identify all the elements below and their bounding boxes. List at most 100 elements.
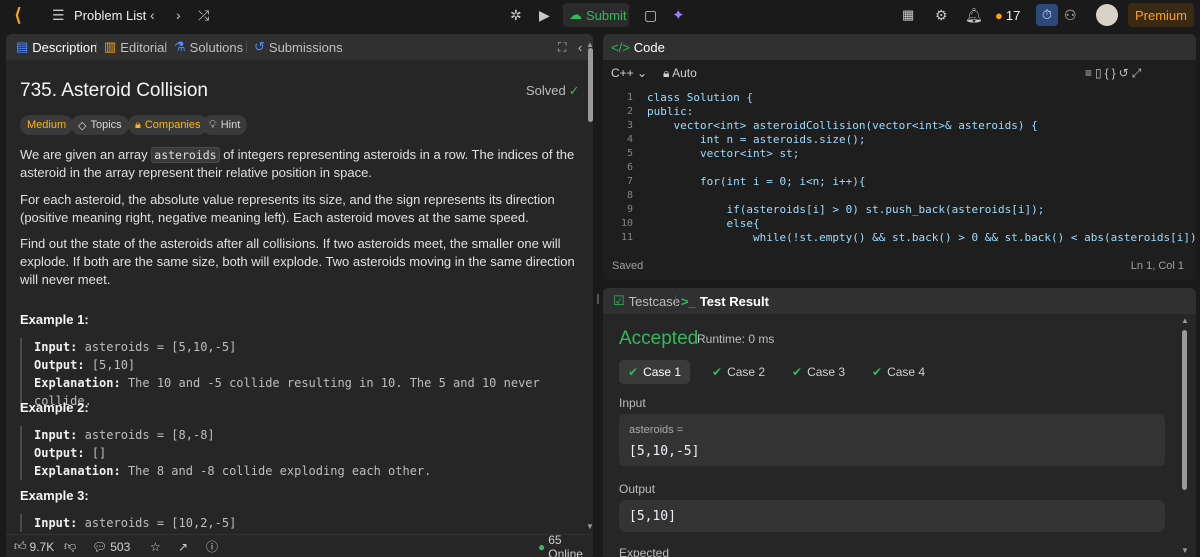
online-dot-icon: ● bbox=[538, 539, 546, 554]
tab-test-result-label: Test Result bbox=[699, 293, 769, 309]
tab-description[interactable]: ▤ Description bbox=[16, 34, 97, 60]
debug-icon[interactable]: ✲ bbox=[510, 0, 522, 30]
reset-icon[interactable]: ↺ bbox=[1119, 66, 1132, 80]
result-tab-bar: ☑ Testcase >_ Test Result bbox=[603, 288, 1196, 314]
list-icon[interactable]: ☰ bbox=[52, 0, 65, 30]
like-button[interactable]: 👍︎ 9.7K bbox=[14, 535, 54, 557]
comments-button[interactable]: 💬︎ 503 bbox=[92, 535, 130, 557]
lock-icon: 🔒︎ bbox=[663, 66, 670, 80]
collapse-icon[interactable]: ‹ bbox=[578, 34, 582, 60]
problem-list-link[interactable]: Problem List bbox=[74, 0, 146, 30]
code-text: else{ bbox=[647, 217, 760, 230]
tab-editorial-label: Editorial bbox=[120, 39, 168, 55]
topics-tag[interactable]: ◇ Topics bbox=[71, 115, 129, 135]
scroll-down-arrow-icon[interactable]: ▼ bbox=[1181, 546, 1189, 555]
example-output: [5,10] bbox=[91, 358, 136, 372]
fullscreen-icon[interactable]: ⤢ bbox=[1132, 66, 1145, 80]
avatar[interactable] bbox=[1096, 4, 1118, 26]
layout-icon[interactable]: ▦ bbox=[902, 0, 914, 30]
format-icon[interactable]: ≡ bbox=[1085, 66, 1095, 80]
dislike-icon[interactable]: 👎︎ bbox=[64, 535, 76, 557]
output-label: Output bbox=[619, 482, 656, 496]
companies-tag[interactable]: 🔒︎ Companies bbox=[128, 115, 208, 135]
example-output-label: Output: bbox=[34, 446, 85, 460]
braces-icon[interactable]: {} bbox=[1105, 66, 1119, 80]
line-number: 5 bbox=[626, 148, 633, 159]
prev-problem-icon[interactable]: ‹ bbox=[150, 0, 155, 30]
add-user-icon[interactable]: ⚇ bbox=[1064, 0, 1077, 30]
hint-tag[interactable]: 💡︎ Hint bbox=[202, 115, 248, 135]
shuffle-icon[interactable]: ⤮ bbox=[198, 0, 209, 30]
line-number: 2 bbox=[626, 106, 633, 117]
check-icon: ✔ bbox=[712, 365, 723, 379]
next-problem-icon[interactable]: › bbox=[176, 0, 181, 30]
case-tab-4[interactable]: ✔ Case 4 bbox=[863, 360, 934, 384]
example-input-label: Input: bbox=[34, 516, 78, 530]
bookmark-icon[interactable]: ▯ bbox=[1095, 66, 1105, 80]
premium-button[interactable]: Premium bbox=[1128, 3, 1194, 27]
code-icon: </> bbox=[611, 39, 630, 55]
tab-submissions[interactable]: ↺ Submissions bbox=[254, 34, 343, 60]
star-icon[interactable]: ☆ bbox=[150, 535, 161, 557]
solved-status: Solved ✓ bbox=[526, 83, 580, 99]
line-number: 7 bbox=[626, 176, 633, 187]
checkbox-icon: ☑ bbox=[613, 293, 625, 308]
notes-icon[interactable]: ▢ bbox=[644, 0, 657, 30]
hint-label: Hint bbox=[220, 119, 241, 131]
output-value: [5,10] bbox=[629, 509, 676, 524]
code-text: class Solution { bbox=[647, 91, 753, 104]
language-select[interactable]: C++ ⌄ bbox=[611, 66, 647, 80]
left-scrollbar[interactable] bbox=[588, 48, 593, 122]
editor-toolbar: C++ ⌄ 🔒︎ Auto ≡▯{}↺⤢ bbox=[603, 60, 1196, 86]
chevron-down-icon: ⌄ bbox=[637, 66, 648, 80]
tab-divider bbox=[246, 41, 247, 53]
test-result-panel: ☑ Testcase >_ Test Result Accepted Runtime… bbox=[603, 288, 1196, 557]
description-paragraph: Find out the state of the asteroids afte… bbox=[20, 236, 575, 287]
line-number: 3 bbox=[626, 120, 633, 131]
settings-gear-icon[interactable]: ⚙ bbox=[935, 0, 948, 30]
code-tab[interactable]: </> Code bbox=[611, 34, 665, 60]
lock-icon: 🔒︎ bbox=[135, 118, 141, 131]
example-input: asteroids = [5,10,-5] bbox=[84, 340, 237, 354]
description-paragraph: We are given an array asteroids of integ… bbox=[20, 146, 576, 182]
top-bar: ⟨ ☰ Problem List ‹ › ⤮ ✲ ▶ ☁ Submit ▢ ✦ ▦… bbox=[0, 0, 1200, 30]
code-editor-panel: </> Code C++ ⌄ 🔒︎ Auto ≡▯{}↺⤢ 1 class Solu… bbox=[603, 34, 1196, 280]
check-icon: ✔ bbox=[628, 365, 639, 379]
input-box: asteroids = [5,10,-5] bbox=[619, 414, 1165, 466]
tab-solutions-label: Solutions bbox=[189, 39, 244, 55]
submit-button[interactable]: ☁ Submit bbox=[563, 3, 629, 27]
lightbulb-icon: 💡︎ bbox=[209, 118, 217, 131]
panel-resize-handle[interactable] bbox=[597, 294, 599, 304]
example-explanation-label: Explanation: bbox=[34, 376, 121, 390]
expand-icon[interactable]: ⛶ bbox=[558, 34, 566, 60]
scroll-up-arrow-icon[interactable]: ▲ bbox=[1181, 316, 1189, 325]
description-footer: 👍︎ 9.7K 👎︎ 💬︎ 503 ☆ ↗ ⓘ ● 65 Online bbox=[6, 533, 593, 557]
line-number: 8 bbox=[626, 190, 633, 201]
tab-test-result[interactable]: >_ Test Result bbox=[681, 288, 769, 314]
case-tab-3[interactable]: ✔ Case 3 bbox=[783, 360, 854, 384]
streak-counter[interactable]: ● 17 bbox=[995, 0, 1020, 30]
comment-icon: 💬︎ bbox=[92, 539, 108, 554]
notification-bell-icon[interactable]: 🔔︎ bbox=[965, 0, 983, 30]
share-icon[interactable]: ↗ bbox=[178, 535, 188, 557]
example-heading: Example 3: bbox=[20, 488, 89, 503]
code-text: int n = asteroids.size(); bbox=[647, 133, 866, 146]
case-label: Case 2 bbox=[727, 365, 766, 379]
run-icon[interactable]: ▶ bbox=[539, 0, 550, 30]
tab-solutions[interactable]: ⚗ Solutions bbox=[174, 34, 243, 60]
example-explanation: The 8 and -8 collide exploding each othe… bbox=[127, 464, 432, 478]
line-number: 4 bbox=[626, 134, 633, 145]
leetcode-logo-icon[interactable]: ⟨ bbox=[6, 0, 30, 30]
result-scrollbar[interactable] bbox=[1182, 330, 1187, 490]
timer-icon[interactable]: ⏱ bbox=[1036, 4, 1058, 26]
scroll-down-arrow-icon[interactable]: ▼ bbox=[586, 522, 594, 531]
tab-editorial[interactable]: ▥ Editorial bbox=[104, 34, 167, 60]
help-icon[interactable]: ⓘ bbox=[206, 535, 218, 557]
ai-sparkle-icon[interactable]: ✦ bbox=[672, 0, 685, 30]
case-tab-1[interactable]: ✔ Case 1 bbox=[619, 360, 691, 384]
code-text: if(asteroids[i] > 0) st.push_back(astero… bbox=[647, 203, 1045, 216]
case-label: Case 1 bbox=[643, 365, 682, 379]
tab-testcase[interactable]: ☑ Testcase bbox=[613, 288, 680, 314]
line-number: 1 bbox=[626, 92, 633, 103]
case-tab-2[interactable]: ✔ Case 2 bbox=[703, 360, 774, 384]
